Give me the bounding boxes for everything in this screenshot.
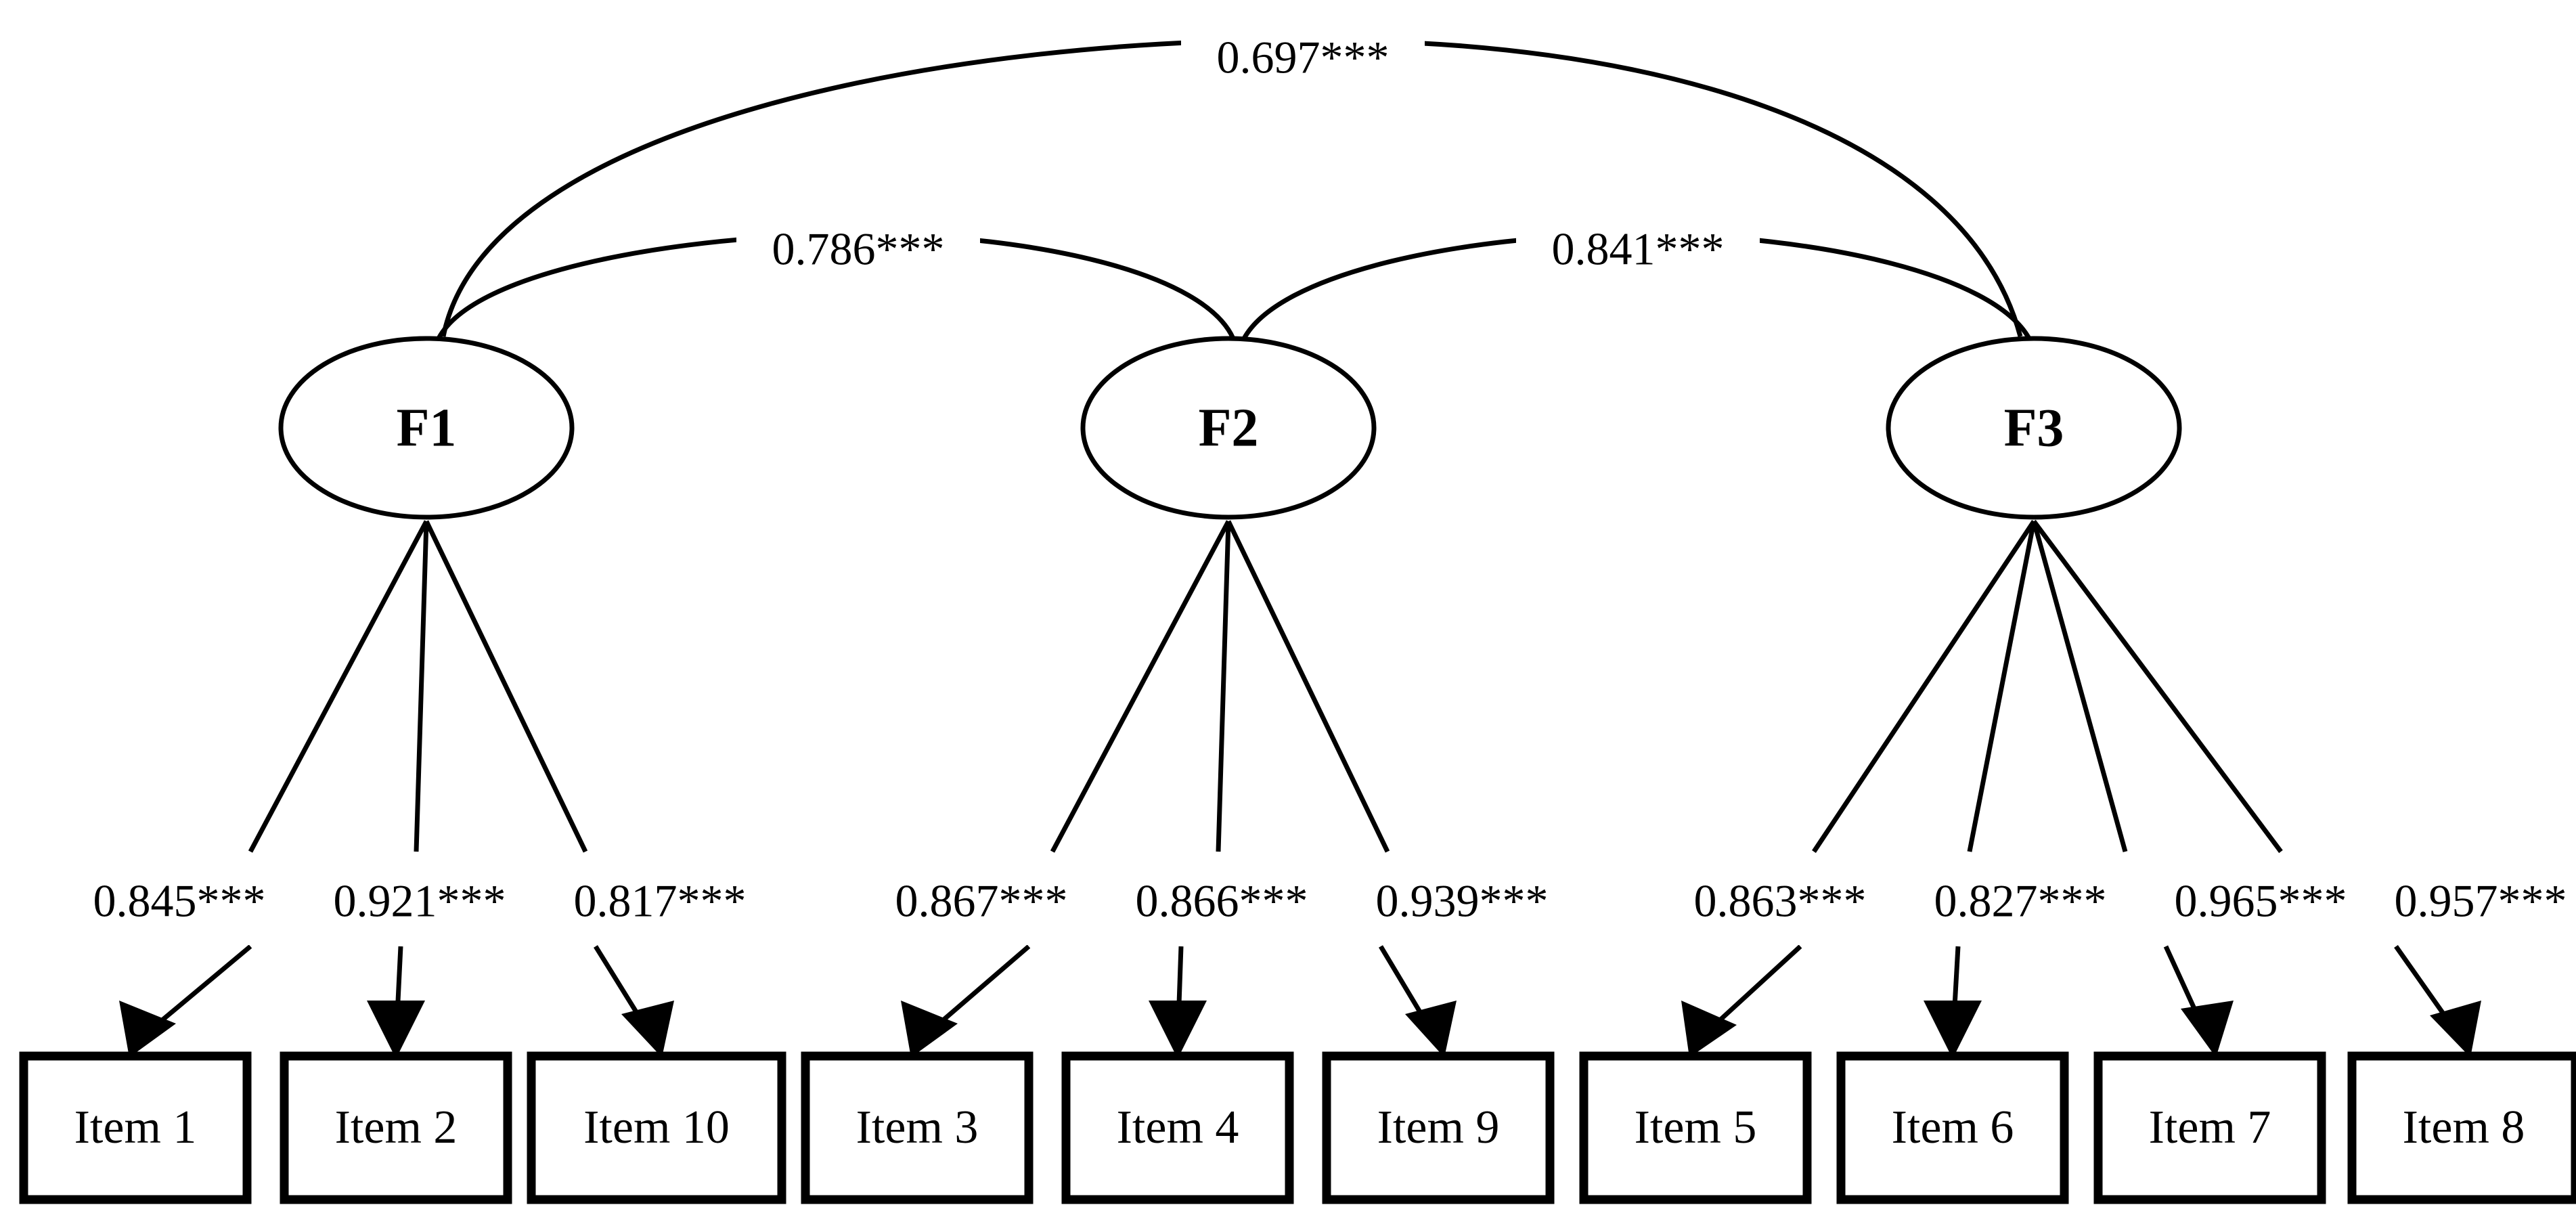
loading-value-f3-item5: 0.863*** (1694, 875, 1867, 927)
arrow-head-item7 (2181, 1001, 2234, 1057)
factor-label-f2: F2 (1199, 398, 1259, 458)
loading-label-f1-item10: 0.817*** (545, 865, 775, 945)
factor-node-f2[interactable]: F2 (1080, 336, 1377, 520)
item-node-item3[interactable]: Item 3 (801, 1051, 1034, 1204)
covariance-value-f1-f3: 0.697*** (1217, 32, 1390, 83)
loading-line-f3-item7 (2031, 521, 2128, 852)
loading-label-f3-item8: 0.957*** (2366, 865, 2576, 945)
covariance-value-f2-f3: 0.841*** (1552, 223, 1725, 275)
factor-ellipses: F1 F2 F3 (278, 336, 2182, 520)
sem-path-diagram: F1 F2 F3 Item 1 Item 2 Item 10 Item 3 It… (0, 0, 2576, 1228)
arrow-head-item1 (119, 1001, 176, 1057)
item-node-item5[interactable]: Item 5 (1579, 1051, 1812, 1204)
loading-lines (248, 519, 2283, 854)
item-node-item4[interactable]: Item 4 (1061, 1051, 1294, 1204)
arrow-head-item3 (901, 1001, 958, 1057)
item-label-item8: Item 8 (2403, 1101, 2525, 1154)
covariance-labels: 0.697*** 0.786*** 0.841*** (736, 19, 1760, 294)
arrow-head-item5 (1681, 1001, 1737, 1057)
loading-line-f1-item2 (414, 521, 429, 852)
covariance-label-f2-f3: 0.841*** (1516, 211, 1760, 294)
loading-value-f1-item2: 0.921*** (334, 875, 506, 927)
covariance-label-f1-f2: 0.786*** (736, 211, 980, 294)
loading-value-f2-item9: 0.939*** (1376, 875, 1549, 927)
item-label-item6: Item 6 (1892, 1101, 2014, 1154)
loading-value-f2-item3: 0.867*** (895, 875, 1068, 927)
factor-label-f3: F3 (2004, 398, 2064, 458)
item-label-item2: Item 2 (335, 1101, 458, 1154)
item-label-item9: Item 9 (1377, 1101, 1500, 1154)
loading-line-f2-item3 (1050, 520, 1231, 853)
loading-label-f2-item9: 0.939*** (1347, 865, 1577, 945)
item-node-item6[interactable]: Item 6 (1836, 1051, 2069, 1204)
loading-line-f3-item8 (2032, 519, 2283, 854)
loading-labels: 0.845*** 0.921*** 0.817*** 0.867*** 0.86… (64, 865, 2576, 945)
item-label-item7: Item 7 (2149, 1101, 2271, 1154)
arrow-head-item9 (1405, 1001, 1457, 1057)
loading-label-f1-item1: 0.845*** (64, 865, 294, 945)
factor-label-f1: F1 (397, 398, 457, 458)
loading-label-f2-item4: 0.866*** (1107, 865, 1337, 945)
arrow-head-item10 (621, 1001, 674, 1057)
item-node-item9[interactable]: Item 9 (1322, 1051, 1555, 1204)
loading-line-f1-item10 (424, 520, 588, 853)
loading-line-f2-item9 (1226, 520, 1390, 853)
item-boxes: Item 1 Item 2 Item 10 Item 3 Item 4 Item… (19, 1051, 2576, 1204)
item-label-item10: Item 10 (583, 1101, 730, 1154)
item-label-item5: Item 5 (1635, 1101, 1757, 1154)
covariance-value-f1-f2: 0.786*** (772, 223, 945, 275)
factor-node-f3[interactable]: F3 (1886, 336, 2182, 520)
loading-line-f2-item4 (1216, 521, 1231, 852)
item-label-item1: Item 1 (74, 1101, 197, 1154)
loading-value-f3-item8: 0.957*** (2395, 875, 2567, 927)
item-label-item4: Item 4 (1117, 1101, 1239, 1154)
diagram-canvas: F1 F2 F3 Item 1 Item 2 Item 10 Item 3 It… (19, 19, 2576, 1204)
loading-value-f2-item4: 0.866*** (1136, 875, 1308, 927)
covariance-label-f1-f3: 0.697*** (1181, 19, 1425, 102)
loading-value-f1-item1: 0.845*** (93, 875, 266, 927)
loading-label-f3-item5: 0.863*** (1665, 865, 1895, 945)
item-node-item1[interactable]: Item 1 (19, 1051, 252, 1204)
loading-value-f1-item10: 0.817*** (574, 875, 747, 927)
item-label-item3: Item 3 (856, 1101, 979, 1154)
item-node-item2[interactable]: Item 2 (280, 1051, 512, 1204)
arrow-head-item6 (1924, 1001, 1982, 1059)
loading-label-f3-item7: 0.965*** (2146, 865, 2376, 945)
arrow-head-item2 (367, 1001, 425, 1059)
item-node-item10[interactable]: Item 10 (527, 1051, 786, 1204)
arrow-head-item4 (1149, 1001, 1207, 1059)
loading-line-f1-item1 (248, 520, 429, 853)
item-node-item8[interactable]: Item 8 (2347, 1051, 2576, 1204)
loading-label-f1-item2: 0.921*** (305, 865, 535, 945)
item-node-item7[interactable]: Item 7 (2093, 1051, 2326, 1204)
factor-node-f1[interactable]: F1 (278, 336, 575, 520)
loading-value-f3-item6: 0.827*** (1934, 875, 2107, 927)
loading-label-f2-item3: 0.867*** (866, 865, 1096, 945)
loading-label-f3-item6: 0.827*** (1905, 865, 2135, 945)
loading-arrows (119, 944, 2481, 1059)
loading-value-f3-item7: 0.965*** (2175, 875, 2347, 927)
